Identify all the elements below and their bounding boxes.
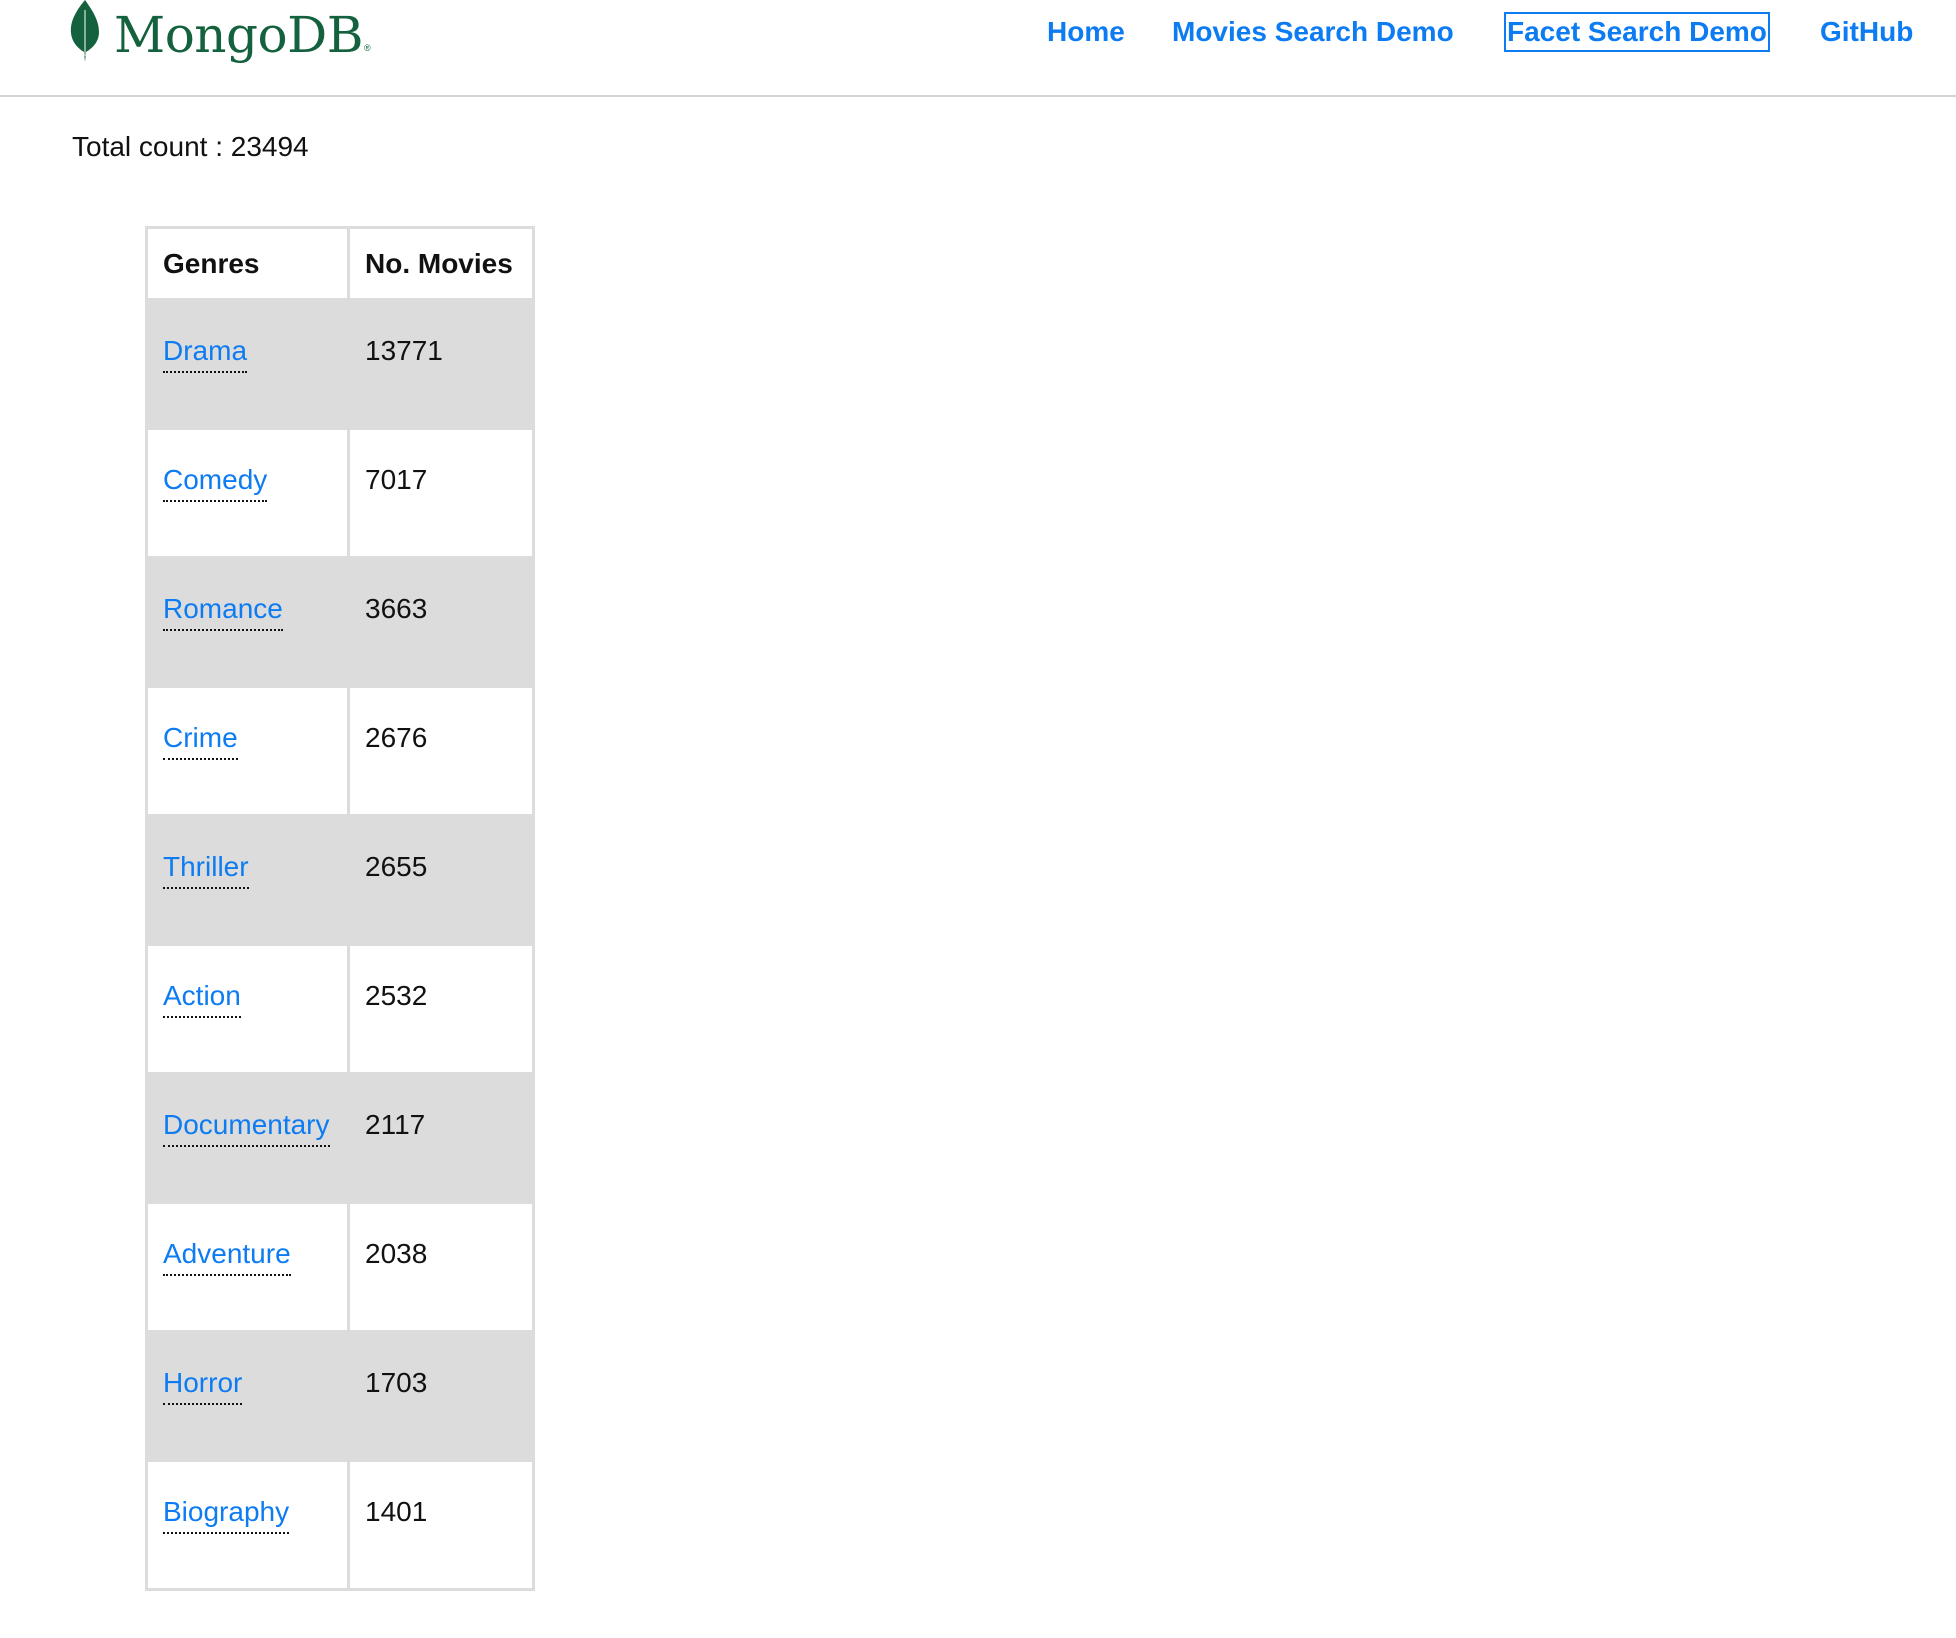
genre-cell: Biography: [145, 1459, 350, 1591]
movie-count-cell: 7017: [347, 427, 535, 559]
genre-cell: Adventure: [145, 1201, 350, 1333]
genre-cell: Horror: [145, 1330, 350, 1462]
table-row: Biography 1401: [145, 1459, 535, 1591]
genres-table: Genres No. Movies Drama 13771 Comedy 7017 Ro…: [145, 226, 535, 1591]
mongodb-logo[interactable]: MongoDB ®: [70, 0, 371, 70]
table-row: Romance 3663: [145, 556, 535, 688]
mongodb-leaf-icon: [70, 0, 99, 62]
table-row: Action 2532: [145, 943, 535, 1075]
genre-cell: Comedy: [145, 427, 350, 559]
genre-link[interactable]: Comedy: [163, 464, 268, 502]
movie-count-cell: 1703: [347, 1330, 535, 1462]
movie-count-cell: 2655: [347, 814, 535, 946]
movie-count: 2655: [365, 851, 428, 882]
genre-link[interactable]: Thriller: [163, 851, 249, 889]
movie-count-cell: 1401: [347, 1459, 535, 1591]
genre-link[interactable]: Drama: [163, 335, 248, 373]
genres-table-body: Drama 13771 Comedy 7017 Romance 3663 Crime 2676…: [145, 298, 535, 1591]
movie-count-cell: 2038: [347, 1201, 535, 1333]
site-header: MongoDB ® Home Movies Search Demo Facet …: [0, 0, 1956, 97]
movie-count: 2532: [365, 980, 428, 1011]
genre-link[interactable]: Adventure: [163, 1238, 291, 1276]
genre-link[interactable]: Documentary: [163, 1109, 330, 1147]
registered-mark: ®: [363, 43, 371, 53]
logo-text: MongoDB: [114, 6, 363, 64]
movie-count: 2038: [365, 1238, 428, 1269]
total-count: Total count : 23494: [72, 131, 309, 162]
genre-link[interactable]: Crime: [163, 722, 238, 760]
column-header-no-movies: No. Movies: [347, 226, 535, 301]
nav-facet-search-demo-link[interactable]: Facet Search Demo: [1504, 12, 1770, 52]
movie-count: 13771: [365, 335, 443, 366]
genre-cell: Action: [145, 943, 350, 1075]
table-row: Comedy 7017: [145, 427, 535, 559]
genre-cell: Romance: [145, 556, 350, 688]
movie-count: 1401: [365, 1496, 428, 1527]
genre-link[interactable]: Biography: [163, 1496, 290, 1534]
nav-home-link[interactable]: Home: [1047, 15, 1125, 49]
genre-cell: Thriller: [145, 814, 350, 946]
movie-count-cell: 3663: [347, 556, 535, 688]
movie-count-cell: 2676: [347, 685, 535, 817]
genre-cell: Crime: [145, 685, 350, 817]
movie-count-cell: 2117: [347, 1072, 535, 1204]
genre-link[interactable]: Action: [163, 980, 241, 1018]
movie-count: 3663: [365, 593, 428, 624]
nav-movies-search-demo-link[interactable]: Movies Search Demo: [1172, 15, 1454, 49]
genre-link[interactable]: Romance: [163, 593, 283, 631]
table-header-row: Genres No. Movies: [145, 226, 535, 301]
genre-link[interactable]: Horror: [163, 1367, 243, 1405]
movie-count: 1703: [365, 1367, 428, 1398]
table-row: Adventure 2038: [145, 1201, 535, 1333]
table-row: Drama 13771: [145, 298, 535, 430]
column-header-genres: Genres: [145, 226, 350, 301]
table-row: Horror 1703: [145, 1330, 535, 1462]
movie-count-cell: 13771: [347, 298, 535, 430]
genre-cell: Documentary: [145, 1072, 350, 1204]
nav-github-link[interactable]: GitHub: [1820, 15, 1913, 49]
table-row: Thriller 2655: [145, 814, 535, 946]
table-row: Documentary 2117: [145, 1072, 535, 1204]
movie-count: 7017: [365, 464, 428, 495]
movie-count: 2676: [365, 722, 428, 753]
movie-count-cell: 2532: [347, 943, 535, 1075]
movie-count: 2117: [365, 1109, 426, 1140]
genre-cell: Drama: [145, 298, 350, 430]
table-row: Crime 2676: [145, 685, 535, 817]
